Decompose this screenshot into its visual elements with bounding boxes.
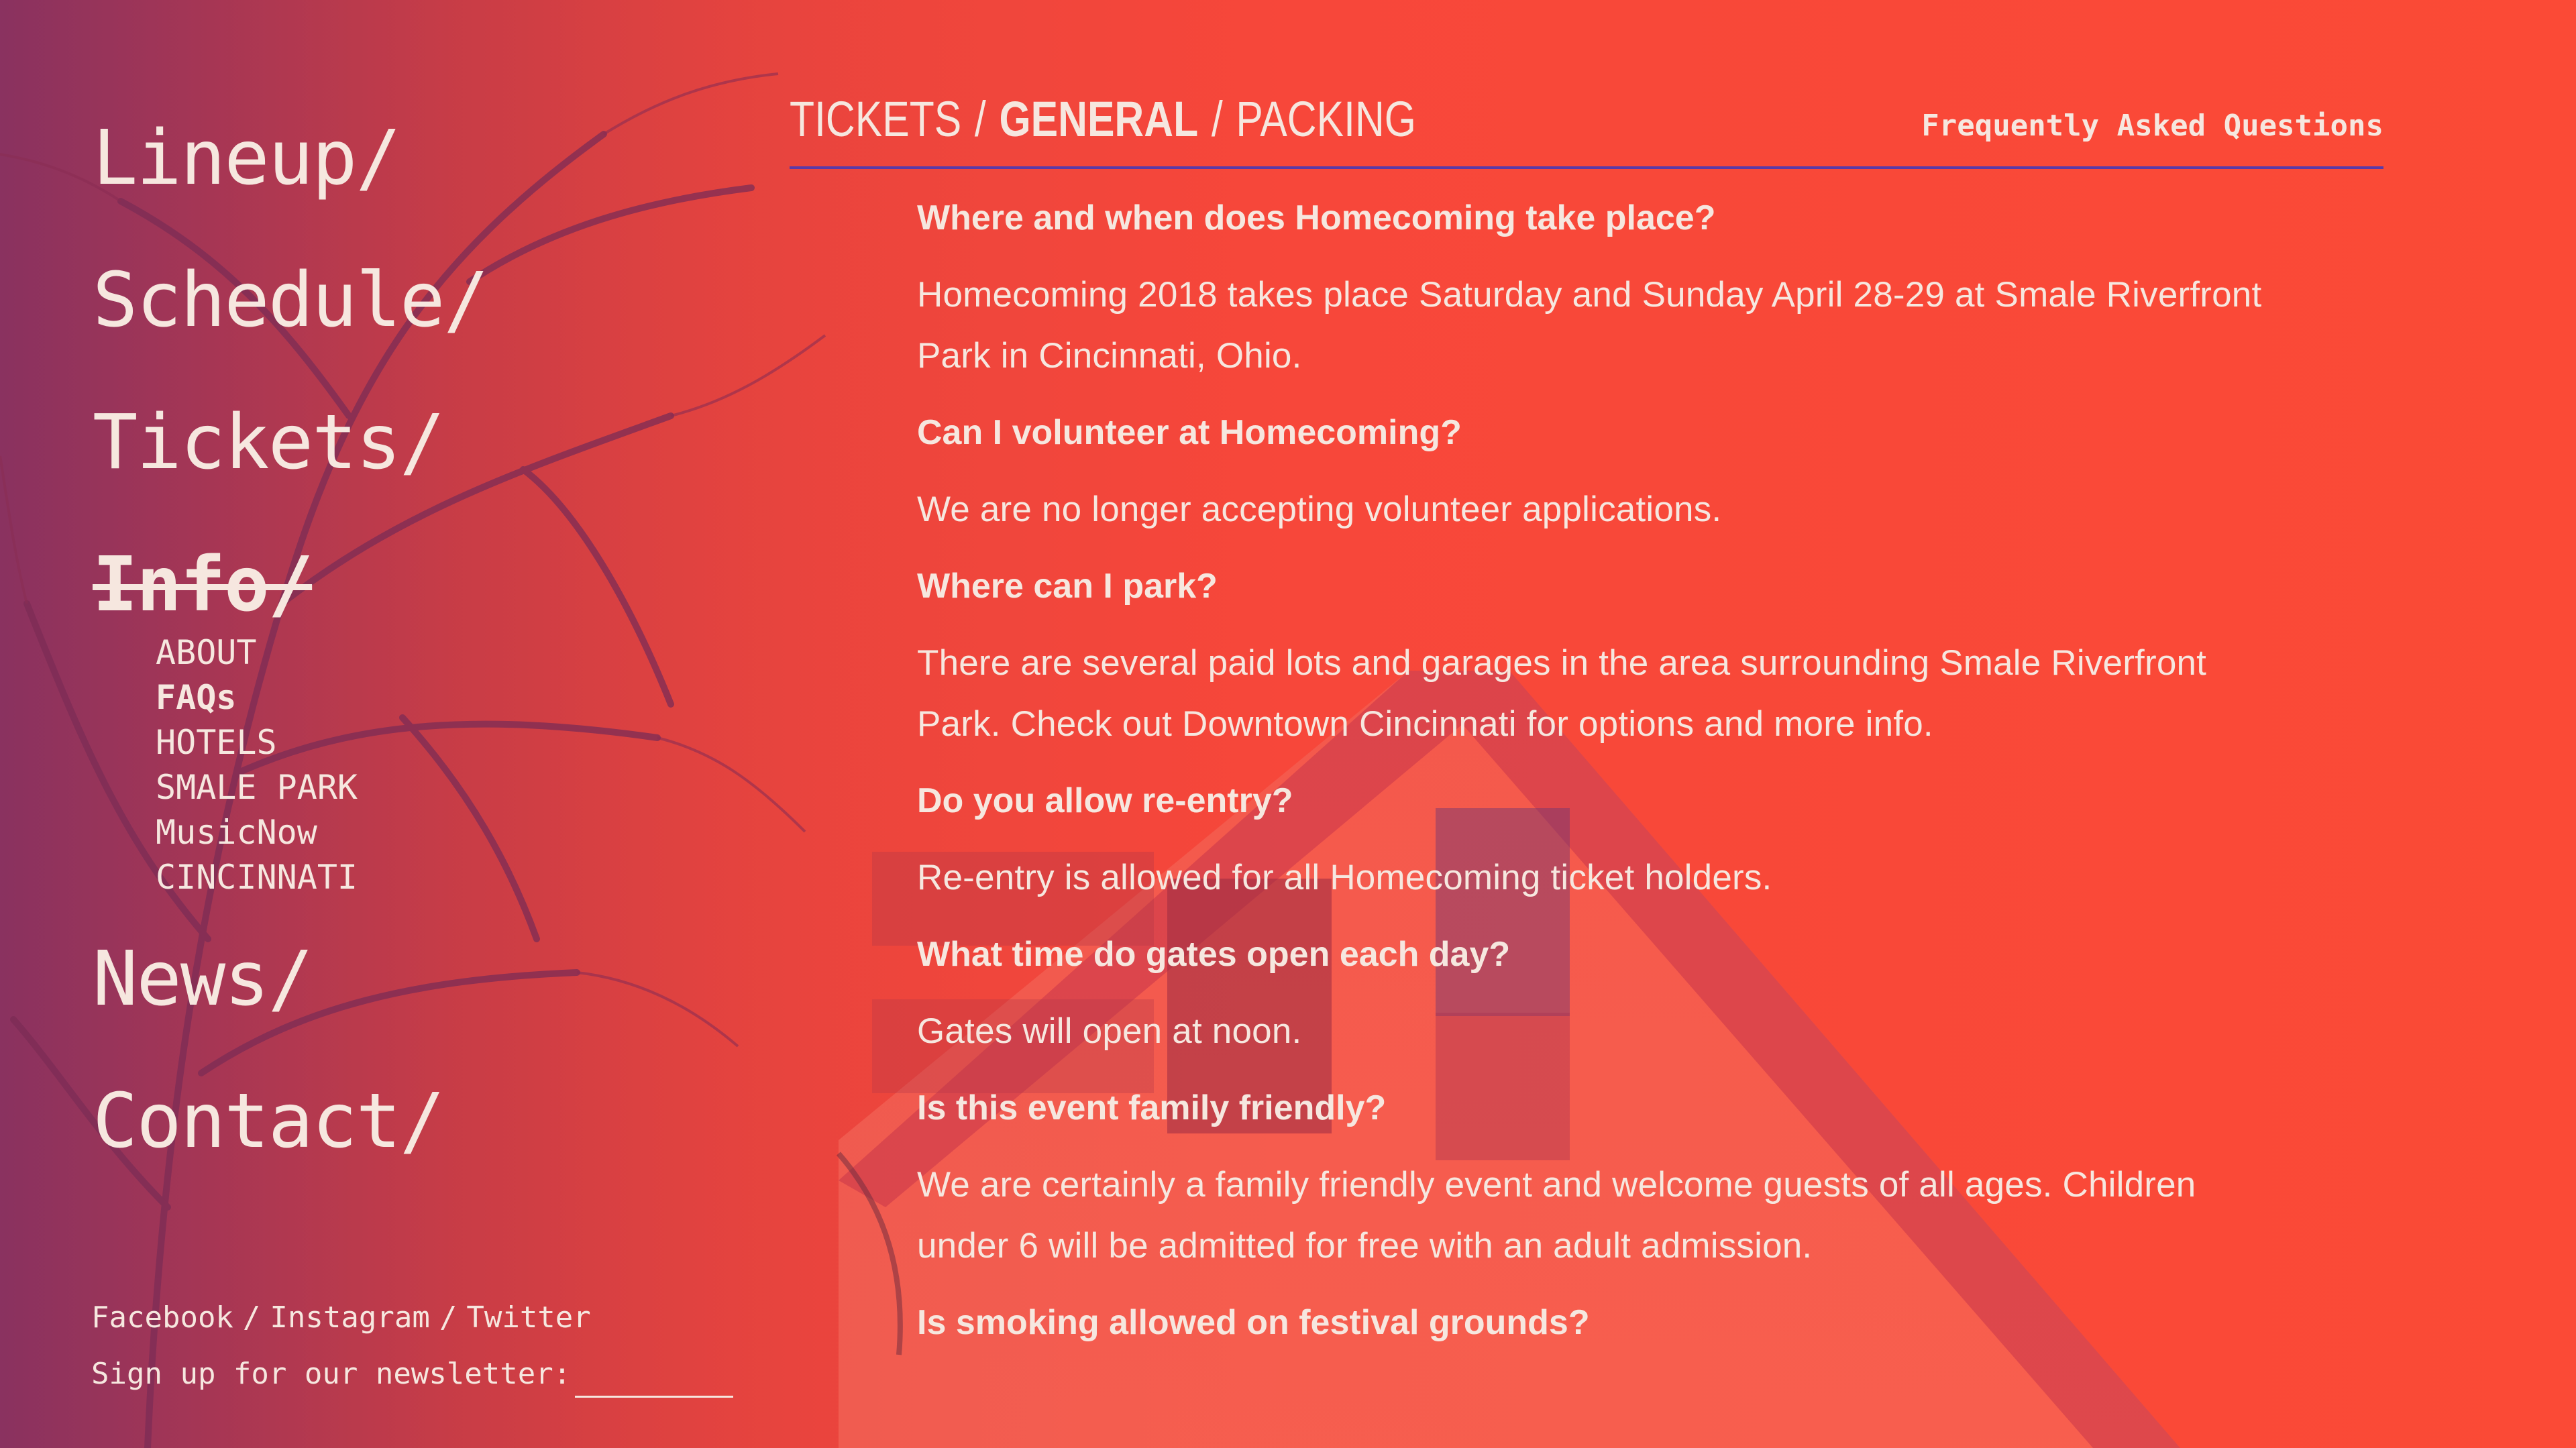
sidebar-footer: Facebook / Instagram / Twitter Sign up for o… [91,1294,762,1398]
nav-tickets[interactable]: Tickets/ [93,372,763,514]
faq-list: Where and when does Homecoming take plac… [917,194,2286,1346]
nav-news[interactable]: News/ [93,908,763,1050]
faq-question: Can I volunteer at Homecoming? [917,413,1462,452]
social-links: Facebook / Instagram / Twitter [91,1294,762,1341]
nav-contact[interactable]: Contact/ [93,1050,763,1192]
faq-item: What time do gates open each day? Gates … [917,931,2286,1062]
social-separator: / [439,1300,458,1335]
faq-answer: Homecoming 2018 takes place Saturday and… [917,275,2262,376]
subnav-smale-park[interactable]: SMALE PARK [156,765,763,810]
faq-item: Is this event family friendly? We are ce… [917,1084,2286,1276]
tab-tickets[interactable]: TICKETS [790,91,961,147]
faq-question: Do you allow re-entry? [917,781,1293,820]
newsletter-label: Sign up for our newsletter: [91,1357,572,1391]
faq-answer: We are no longer accepting volunteer app… [917,490,1722,529]
faq-question: What time do gates open each day? [917,935,1511,974]
facebook-link[interactable]: Facebook [91,1300,233,1335]
faq-question: Where can I park? [917,567,1218,606]
faq-item: Do you allow re-entry? Re-entry is allow… [917,777,2286,908]
main-nav: Lineup/ Schedule/ Tickets/ Info/ ABOUT F… [93,87,763,1192]
faq-item: Is smoking allowed on festival grounds? [917,1299,2286,1346]
social-separator: / [242,1300,261,1335]
faq-answer: There are several paid lots and garages … [917,643,2207,744]
faq-item: Where and when does Homecoming take plac… [917,194,2286,386]
faq-tabs: TICKETS / GENERAL / PACKING [790,93,1416,146]
instagram-link[interactable]: Instagram [270,1300,429,1335]
subnav-about[interactable]: ABOUT [156,630,763,675]
newsletter-signup: Sign up for our newsletter: [91,1351,762,1398]
faq-answer: Re-entry is allowed for all Homecoming t… [917,858,1772,897]
subnav-cincinnati[interactable]: CINCINNATI [156,855,763,900]
faq-question: Is smoking allowed on festival grounds? [917,1303,1590,1342]
subnav-musicnow[interactable]: MusicNow [156,810,763,855]
faq-item: Where can I park? There are several paid… [917,563,2286,755]
page-title: Frequently Asked Questions [1921,109,2383,143]
faq-question: Is this event family friendly? [917,1089,1387,1127]
twitter-link[interactable]: Twitter [466,1300,590,1335]
newsletter-email-input[interactable] [575,1355,734,1398]
tab-packing[interactable]: PACKING [1236,91,1416,147]
tab-general[interactable]: GENERAL [999,91,1198,147]
nav-schedule[interactable]: Schedule/ [93,229,763,372]
tab-separator: / [1211,91,1223,147]
nav-lineup[interactable]: Lineup/ [93,87,763,229]
subnav-faqs[interactable]: FAQs [156,675,763,720]
faq-answer: We are certainly a family friendly event… [917,1165,2196,1266]
faq-question: Where and when does Homecoming take plac… [917,199,1716,237]
info-subnav: ABOUT FAQs HOTELS SMALE PARK MusicNow CI… [156,630,763,900]
subnav-hotels[interactable]: HOTELS [156,720,763,765]
faq-header: TICKETS / GENERAL / PACKING Frequently Asked… [790,93,2383,169]
faq-item: Can I volunteer at Homecoming? We are no… [917,409,2286,540]
tab-separator: / [974,91,986,147]
faq-answer: Gates will open at noon. [917,1011,1302,1051]
